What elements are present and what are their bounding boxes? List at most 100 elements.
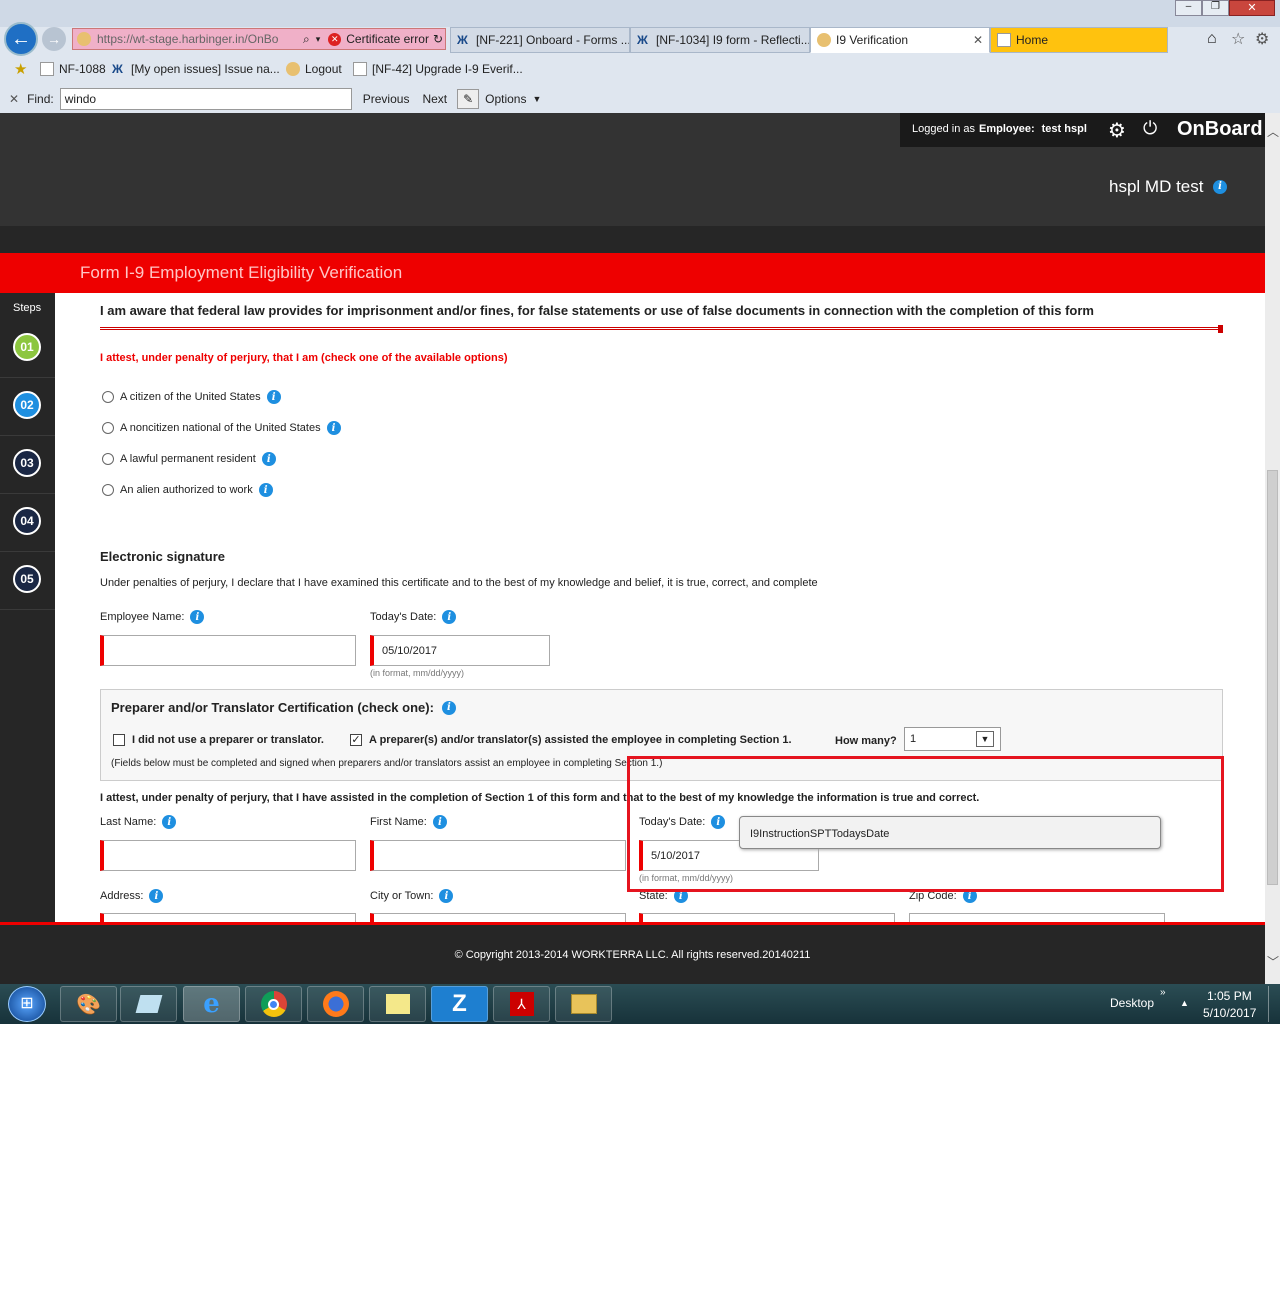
option-alien-authorized[interactable]: An alien authorized to work i (102, 483, 273, 497)
find-input[interactable]: windo (59, 88, 352, 110)
taskbar-sticky-notes[interactable] (369, 986, 426, 1022)
company-info-icon[interactable]: i (1213, 179, 1227, 194)
dropdown-icon[interactable]: ▾ (316, 34, 321, 45)
info-icon[interactable]: i (190, 610, 205, 624)
back-button[interactable]: ← (4, 22, 38, 56)
option-permanent-resident[interactable]: A lawful permanent resident i (102, 452, 276, 466)
step-05[interactable]: 05 (0, 552, 55, 610)
radio-permanent-resident[interactable] (102, 453, 114, 465)
scroll-up-icon[interactable]: ︿ (1267, 123, 1279, 140)
info-icon[interactable]: i (432, 815, 447, 829)
clock-time[interactable]: 1:05 PM (1207, 989, 1252, 1003)
certificate-error-icon[interactable]: ✕ (328, 32, 342, 46)
todays-date-input[interactable]: 05/10/2017 (370, 635, 550, 666)
option-citizen[interactable]: A citizen of the United States i (102, 390, 281, 404)
tab-home[interactable]: Home (990, 27, 1168, 53)
taskbar-explorer[interactable] (555, 986, 612, 1022)
preparer-no-option[interactable]: I did not use a preparer or translator. (113, 734, 324, 746)
close-tab-icon[interactable]: ✕ (973, 33, 983, 47)
info-icon[interactable]: i (439, 889, 454, 903)
address-bar[interactable]: https://wt-stage.harbinger.in/OnBo ⌕ ▾ ✕… (72, 28, 446, 50)
info-icon[interactable]: i (266, 390, 281, 404)
scrollbar-thumb[interactable] (1267, 470, 1278, 885)
bookmark-my-open-issues[interactable]: Ж [My open issues] Issue na... (112, 62, 280, 76)
how-many-select[interactable]: 1 ▼ (904, 727, 1001, 751)
bookmark-logout[interactable]: Logout (286, 62, 342, 76)
first-name-input[interactable] (370, 840, 626, 871)
vertical-scrollbar[interactable]: ︿ ﹀ (1265, 113, 1280, 984)
app-header: Logged in as Employee: test hspl ⚙ ⏻ OnB… (0, 113, 1265, 226)
step-01-circle: 01 (13, 333, 41, 361)
close-window-button[interactable]: ✕ (1229, 0, 1275, 16)
folder-icon (570, 994, 597, 1014)
chevron-right-icon[interactable]: » (1160, 987, 1166, 998)
info-icon[interactable]: i (258, 483, 273, 497)
taskbar-firefox[interactable] (307, 986, 364, 1022)
radio-alien-authorized[interactable] (102, 484, 114, 496)
taskbar-ie[interactable]: e (183, 986, 240, 1022)
windows-logo-icon: ⊞ (20, 995, 34, 1012)
taskbar: ⊞ 🎨 e Z ⅄ Desktop » ▲ 1:05 PM 5/10/2017 (0, 984, 1280, 1024)
desktop-toolbar-label[interactable]: Desktop (1110, 996, 1154, 1010)
minimize-button[interactable]: – (1175, 0, 1202, 16)
taskbar-notes[interactable] (120, 986, 177, 1022)
info-icon[interactable]: i (261, 452, 276, 466)
find-next-button[interactable]: Next (422, 92, 447, 106)
jira-icon: Ж (112, 62, 123, 76)
preparer-yes-checkbox[interactable]: ✓ (350, 734, 362, 746)
clock-date[interactable]: 5/10/2017 (1203, 1006, 1256, 1020)
close-find-icon[interactable]: ✕ (9, 92, 19, 106)
settings-gear-icon[interactable]: ⚙ (1108, 118, 1126, 143)
find-options-button[interactable]: Options (485, 92, 526, 106)
home-icon[interactable]: ⌂ (1207, 30, 1217, 48)
site-icon (77, 32, 91, 46)
taskbar-acrobat[interactable]: ⅄ (493, 986, 550, 1022)
employee-name-input[interactable] (100, 635, 356, 666)
search-icon[interactable]: ⌕ (303, 32, 310, 47)
power-icon[interactable]: ⏻ (1143, 118, 1157, 139)
step-01[interactable]: 01 (0, 320, 55, 378)
preparer-note: (Fields below must be completed and sign… (111, 758, 663, 769)
taskbar-chrome[interactable] (245, 986, 302, 1022)
settings-gear-icon[interactable]: ⚙ (1255, 29, 1269, 49)
option-noncitizen-national[interactable]: A noncitizen national of the United Stat… (102, 421, 341, 435)
last-name-label: Last Name: i (100, 815, 177, 829)
scroll-down-icon[interactable]: ﹀ (1267, 953, 1279, 970)
how-many-label: How many? (835, 735, 897, 747)
find-previous-button[interactable]: Previous (363, 92, 410, 106)
radio-citizen[interactable] (102, 391, 114, 403)
favorites-star-icon[interactable]: ☆ (1231, 29, 1245, 49)
tab-nf-221[interactable]: Ж [NF-221] Onboard - Forms ... (450, 27, 630, 53)
step-04[interactable]: 04 (0, 494, 55, 552)
show-desktop-button[interactable] (1268, 986, 1278, 1022)
taskbar-zotero[interactable]: Z (431, 986, 488, 1022)
preparer-no-checkbox[interactable] (113, 734, 125, 746)
radio-noncitizen-national[interactable] (102, 422, 114, 434)
preparer-yes-option[interactable]: ✓ A preparer(s) and/or translator(s) assi… (350, 734, 792, 746)
info-icon[interactable]: i (442, 610, 457, 624)
info-icon[interactable]: i (149, 889, 164, 903)
chevron-down-icon: ▼ (976, 731, 994, 747)
step-03[interactable]: 03 (0, 436, 55, 494)
tray-arrow-icon[interactable]: ▲ (1180, 998, 1189, 1008)
favorites-bar-star-icon[interactable]: ★ (14, 60, 27, 78)
options-pencil-icon[interactable]: ✎ (457, 89, 480, 109)
highlight-annotation (627, 756, 1224, 892)
refresh-icon[interactable]: ↻ (433, 32, 443, 46)
start-button[interactable]: ⊞ (8, 986, 46, 1022)
last-name-input[interactable] (100, 840, 356, 871)
tab-i9-verification[interactable]: I9 Verification ✕ (810, 27, 990, 53)
restore-button[interactable]: ❐ (1202, 0, 1229, 16)
internet-explorer-icon: e (203, 989, 220, 1019)
chevron-down-icon[interactable]: ▼ (532, 94, 541, 104)
forward-button[interactable]: → (42, 27, 66, 51)
info-icon[interactable]: i (326, 421, 341, 435)
certificate-error-label[interactable]: Certificate error (346, 32, 429, 46)
info-icon[interactable]: i (441, 700, 456, 715)
step-02[interactable]: 02 (0, 378, 55, 436)
taskbar-paint[interactable]: 🎨 (60, 986, 117, 1022)
tab-nf-1034[interactable]: Ж [NF-1034] I9 form - Reflecti... (630, 27, 810, 53)
bookmark-nf-42[interactable]: [NF-42] Upgrade I-9 Everif... (353, 62, 523, 76)
info-icon[interactable]: i (162, 815, 177, 829)
bookmark-nf-1088[interactable]: NF-1088 (40, 62, 106, 76)
